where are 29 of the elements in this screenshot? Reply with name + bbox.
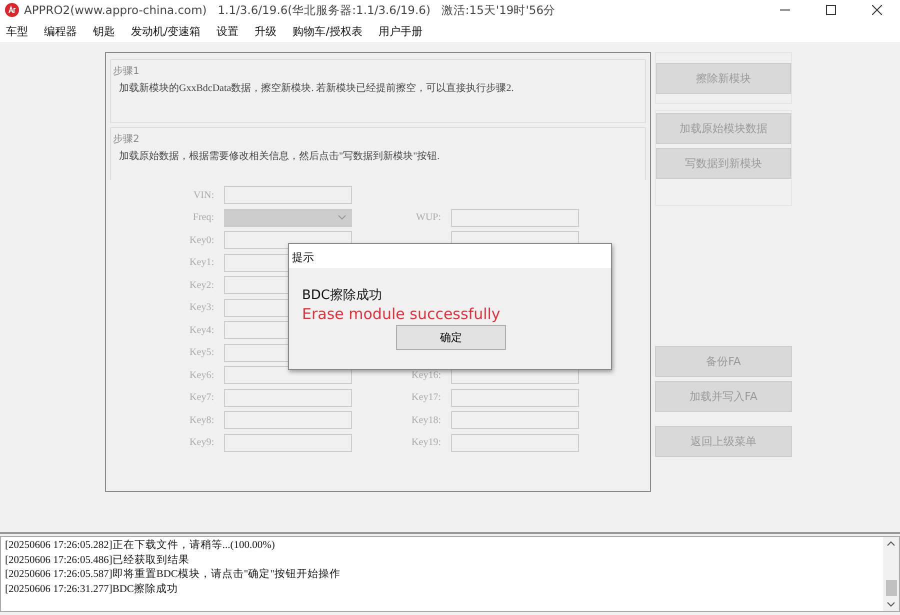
field-label: Key8: xyxy=(188,414,215,426)
field-label: Key18: xyxy=(410,414,442,426)
field-label: Key6: xyxy=(188,370,215,380)
window-title: APPRO2(www.appro-china.com) 1.1/3.6/19.6(华北服务器:1.1/3.6/19.6) 激活:15天'19时'56分 xyxy=(24,2,556,18)
field-label: Key2: xyxy=(188,280,215,290)
field-label: Key7: xyxy=(188,392,215,403)
log-line: [20250606 17:26:05.282]正在下载文件，请稍等...(100.00%) xyxy=(5,539,276,553)
field-label: Key1: xyxy=(188,257,215,268)
field-label: WUP: xyxy=(415,212,442,223)
step-description: 加载新模块的GxxBdcData数据，擦空新模块. 若新模块已经提前擦空，可以直接执行步骤2. xyxy=(119,82,515,95)
field-label: Key19: xyxy=(410,437,442,448)
step-description: 加载原始数据，根据需要修改相关信息，然后点击"写数据到新模块"按钮. xyxy=(119,150,441,163)
field-label: VIN: xyxy=(192,190,215,200)
log-line: [20250606 17:26:05.486]已经获取到结果 xyxy=(5,554,190,568)
field-label: Key4: xyxy=(188,324,215,336)
field-label: Key16: xyxy=(410,370,442,380)
field-label: Key17: xyxy=(410,392,442,403)
step-title: 步骤1 xyxy=(113,64,140,78)
field-label: Freq: xyxy=(192,212,215,223)
annotation-text: Erase module successfully xyxy=(302,305,502,323)
field-label: Key3: xyxy=(188,302,215,313)
log-line: [20250606 17:26:31.277]BDC擦除成功 xyxy=(5,582,179,596)
dialog-message: BDC擦除成功 xyxy=(302,287,384,304)
dialog-title: 提示 xyxy=(289,244,611,268)
step-title: 步骤2 xyxy=(113,132,140,146)
log-line: [20250606 17:26:05.587]即将重置BDC模块，请点击"确定"按钮开始操作 xyxy=(5,568,342,582)
field-label: Key0: xyxy=(188,234,215,246)
field-label: Key9: xyxy=(188,437,215,448)
field-label: Key5: xyxy=(188,347,215,358)
